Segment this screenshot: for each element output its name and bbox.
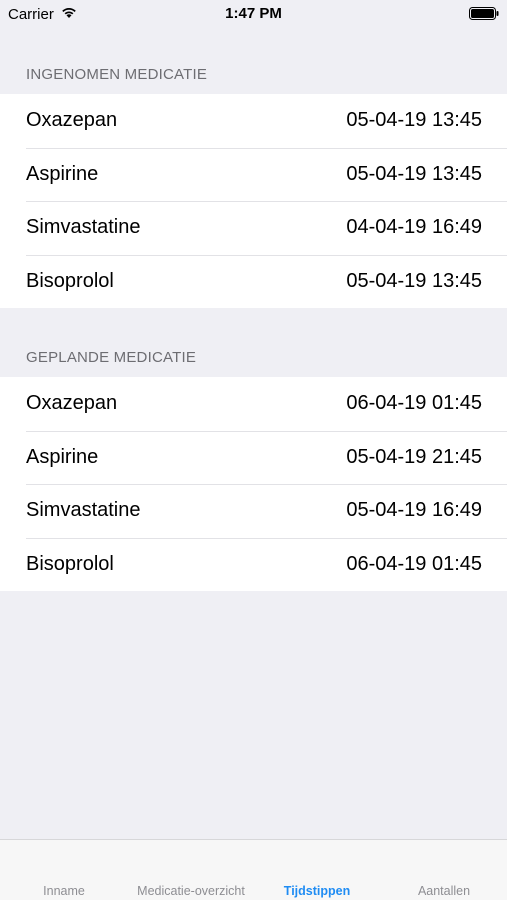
medication-name: Oxazepan	[26, 392, 118, 415]
list-item[interactable]: Oxazepan 06-04-19 01:45	[0, 377, 507, 431]
tab-bar: Inname Medicatie-overzicht Tijdstippen A…	[0, 839, 507, 900]
medication-time: 05-04-19 13:45	[346, 109, 482, 132]
medication-name: Aspirine	[26, 162, 99, 185]
tab-tijdstippen[interactable]: Tijdstippen	[272, 884, 362, 898]
medication-time: 05-04-19 16:49	[346, 499, 482, 522]
list-item[interactable]: Oxazepan 05-04-19 13:45	[0, 94, 507, 148]
medication-name: Aspirine	[26, 445, 99, 468]
list-item[interactable]: Simvastatine 04-04-19 16:49	[0, 201, 507, 255]
list-item[interactable]: Aspirine 05-04-19 13:45	[0, 147, 507, 202]
section-header-taken: INGENOMEN MEDICATIE	[26, 66, 208, 83]
medication-time: 06-04-19 01:45	[346, 552, 482, 575]
list-item[interactable]: Bisoprolol 06-04-19 01:45	[0, 537, 507, 592]
medication-name: Bisoprolol	[26, 552, 114, 575]
planned-medication-list: Oxazepan 06-04-19 01:45 Aspirine 05-04-1…	[0, 377, 507, 591]
list-item[interactable]: Simvastatine 05-04-19 16:49	[0, 484, 507, 538]
medication-time: 05-04-19 13:45	[346, 269, 482, 292]
medication-time: 04-04-19 16:49	[346, 216, 482, 239]
taken-medication-list: Oxazepan 05-04-19 13:45 Aspirine 05-04-1…	[0, 94, 507, 308]
medication-name: Simvastatine	[26, 216, 141, 239]
medication-time: 06-04-19 01:45	[346, 392, 482, 415]
tab-inname[interactable]: Inname	[20, 884, 108, 898]
medication-name: Bisoprolol	[26, 269, 114, 292]
battery-icon	[469, 7, 499, 20]
medication-time: 05-04-19 21:45	[346, 445, 482, 468]
status-bar: Carrier 1:47 PM	[0, 0, 507, 28]
medication-name: Oxazepan	[26, 109, 118, 132]
section-header-planned: GEPLANDE MEDICATIE	[26, 349, 197, 366]
medication-name: Simvastatine	[26, 499, 141, 522]
status-time: 1:47 PM	[225, 5, 282, 22]
tab-medicatie-overzicht[interactable]: Medicatie-overzicht	[126, 884, 256, 898]
list-item[interactable]: Bisoprolol 05-04-19 13:45	[0, 254, 507, 309]
list-item[interactable]: Aspirine 05-04-19 21:45	[0, 430, 507, 485]
tab-aantallen[interactable]: Aantallen	[399, 884, 489, 898]
medication-time: 05-04-19 13:45	[346, 162, 482, 185]
